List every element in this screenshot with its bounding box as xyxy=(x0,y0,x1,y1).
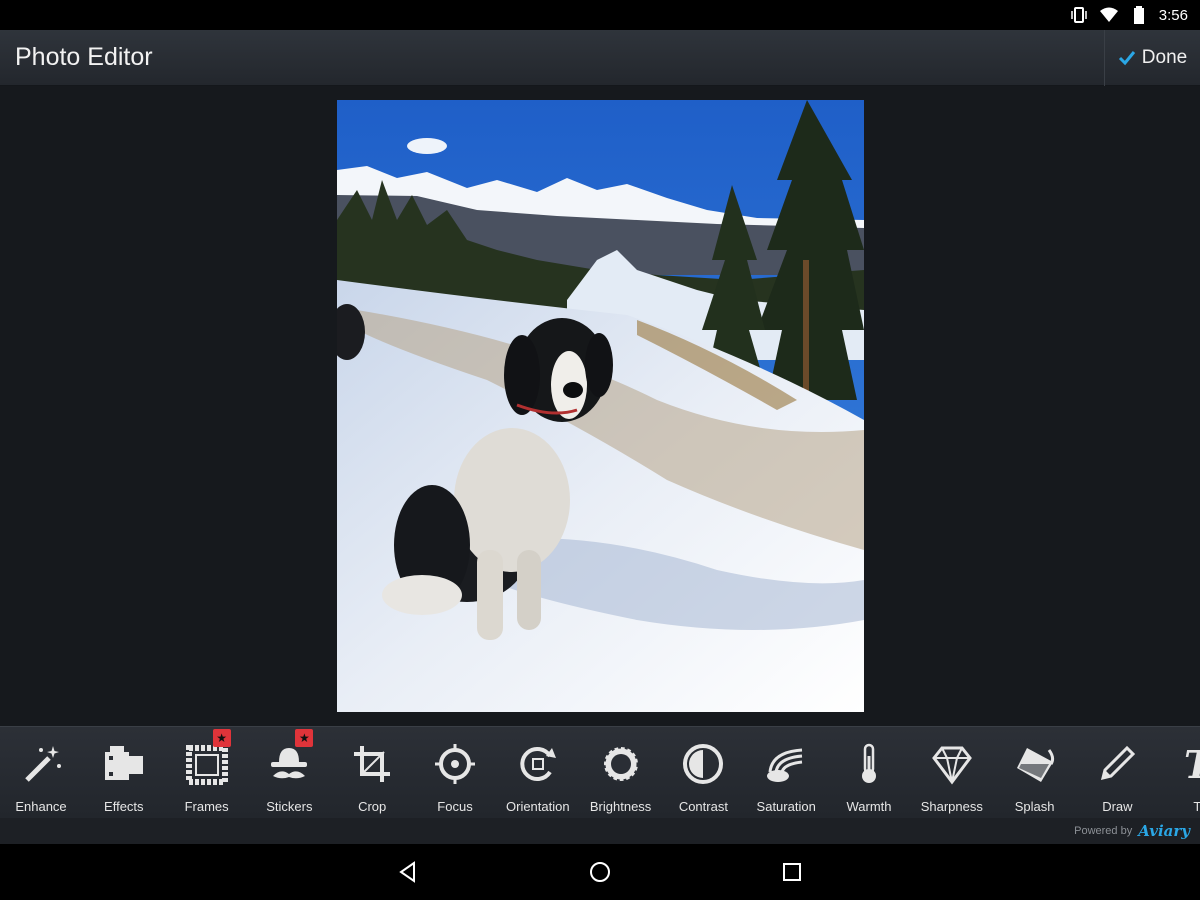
tool-label: Effects xyxy=(104,799,144,814)
aviary-logo: Aviary xyxy=(1138,822,1190,840)
tool-label: Contrast xyxy=(678,799,728,814)
vibrate-icon xyxy=(1069,5,1089,25)
recents-button[interactable] xyxy=(776,856,808,888)
tool-label: Enhance xyxy=(15,799,67,814)
app-bar: Photo Editor Done xyxy=(0,29,1200,86)
done-button[interactable]: Done xyxy=(1104,29,1200,86)
film-icon xyxy=(100,741,148,787)
crosshair-icon xyxy=(431,741,479,787)
magic-wand-icon xyxy=(17,741,65,787)
navigation-bar xyxy=(0,844,1200,900)
tool-label: Stickers xyxy=(266,799,313,814)
clock: 3:56 xyxy=(1158,6,1188,24)
photo-preview[interactable] xyxy=(337,100,864,712)
tools-toolbar: Enhance Effects ★ Frames ★ Stickers Crop Focus O… xyxy=(0,726,1200,818)
checkmark-icon xyxy=(1118,49,1136,67)
tool-contrast[interactable]: Contrast xyxy=(662,727,744,818)
tool-te[interactable]: T Te xyxy=(1159,727,1200,818)
sun-icon xyxy=(597,741,645,787)
tool-effects[interactable]: Effects xyxy=(83,727,165,818)
tool-crop[interactable]: Crop xyxy=(331,727,413,818)
paint-bucket-icon xyxy=(1011,741,1059,787)
tool-orientation[interactable]: Orientation xyxy=(497,727,579,818)
done-label: Done xyxy=(1141,46,1188,68)
frame-icon: ★ xyxy=(183,729,231,787)
battery-icon xyxy=(1129,5,1149,25)
new-star-badge: ★ xyxy=(212,729,231,747)
tool-saturation[interactable]: Saturation xyxy=(745,727,827,818)
home-circle-icon xyxy=(590,862,610,882)
rainbow-icon xyxy=(762,741,810,787)
editor-canvas xyxy=(0,86,1200,726)
powered-by-text: Powered by xyxy=(1074,825,1133,837)
tool-label: Sharpness xyxy=(920,799,983,814)
tool-label: Draw xyxy=(1102,799,1133,814)
crop-icon xyxy=(348,741,396,787)
status-bar: 3:56 xyxy=(0,0,1200,30)
tool-label: Warmth xyxy=(846,799,892,814)
tool-label: Crop xyxy=(358,799,387,814)
diamond-icon xyxy=(928,741,976,787)
recents-square-icon xyxy=(783,863,801,881)
contrast-icon xyxy=(679,741,727,787)
back-triangle-icon xyxy=(399,861,415,883)
pencil-icon xyxy=(1093,741,1141,787)
powered-by: Powered by Aviary xyxy=(0,818,1200,844)
tool-label: Brightness xyxy=(589,799,652,814)
tool-label: Focus xyxy=(437,799,473,814)
home-button[interactable] xyxy=(584,856,616,888)
wifi-icon xyxy=(1099,5,1119,25)
tool-label: Orientation xyxy=(506,799,570,814)
tool-label: Frames xyxy=(184,799,229,814)
tool-stickers[interactable]: ★ Stickers xyxy=(248,727,330,818)
tool-sharpness[interactable]: Sharpness xyxy=(911,727,993,818)
tool-enhance[interactable]: Enhance xyxy=(0,727,82,818)
text-icon: T xyxy=(1176,741,1200,787)
tool-warmth[interactable]: Warmth xyxy=(828,727,910,818)
tool-splash[interactable]: Splash xyxy=(994,727,1076,818)
tool-label: Splash xyxy=(1014,799,1055,814)
tool-label: Te xyxy=(1193,799,1200,814)
svg-text:T: T xyxy=(1184,742,1200,786)
page-title: Photo Editor xyxy=(15,43,153,71)
thermometer-icon xyxy=(845,741,893,787)
tool-draw[interactable]: Draw xyxy=(1076,727,1158,818)
back-button[interactable] xyxy=(392,856,424,888)
rotate-icon xyxy=(514,741,562,787)
hat-mustache-icon: ★ xyxy=(265,729,314,787)
new-star-badge: ★ xyxy=(295,729,314,747)
tool-focus[interactable]: Focus xyxy=(414,727,496,818)
tool-label: Saturation xyxy=(756,799,816,814)
tool-brightness[interactable]: Brightness xyxy=(580,727,662,818)
tool-frames[interactable]: ★ Frames xyxy=(166,727,248,818)
